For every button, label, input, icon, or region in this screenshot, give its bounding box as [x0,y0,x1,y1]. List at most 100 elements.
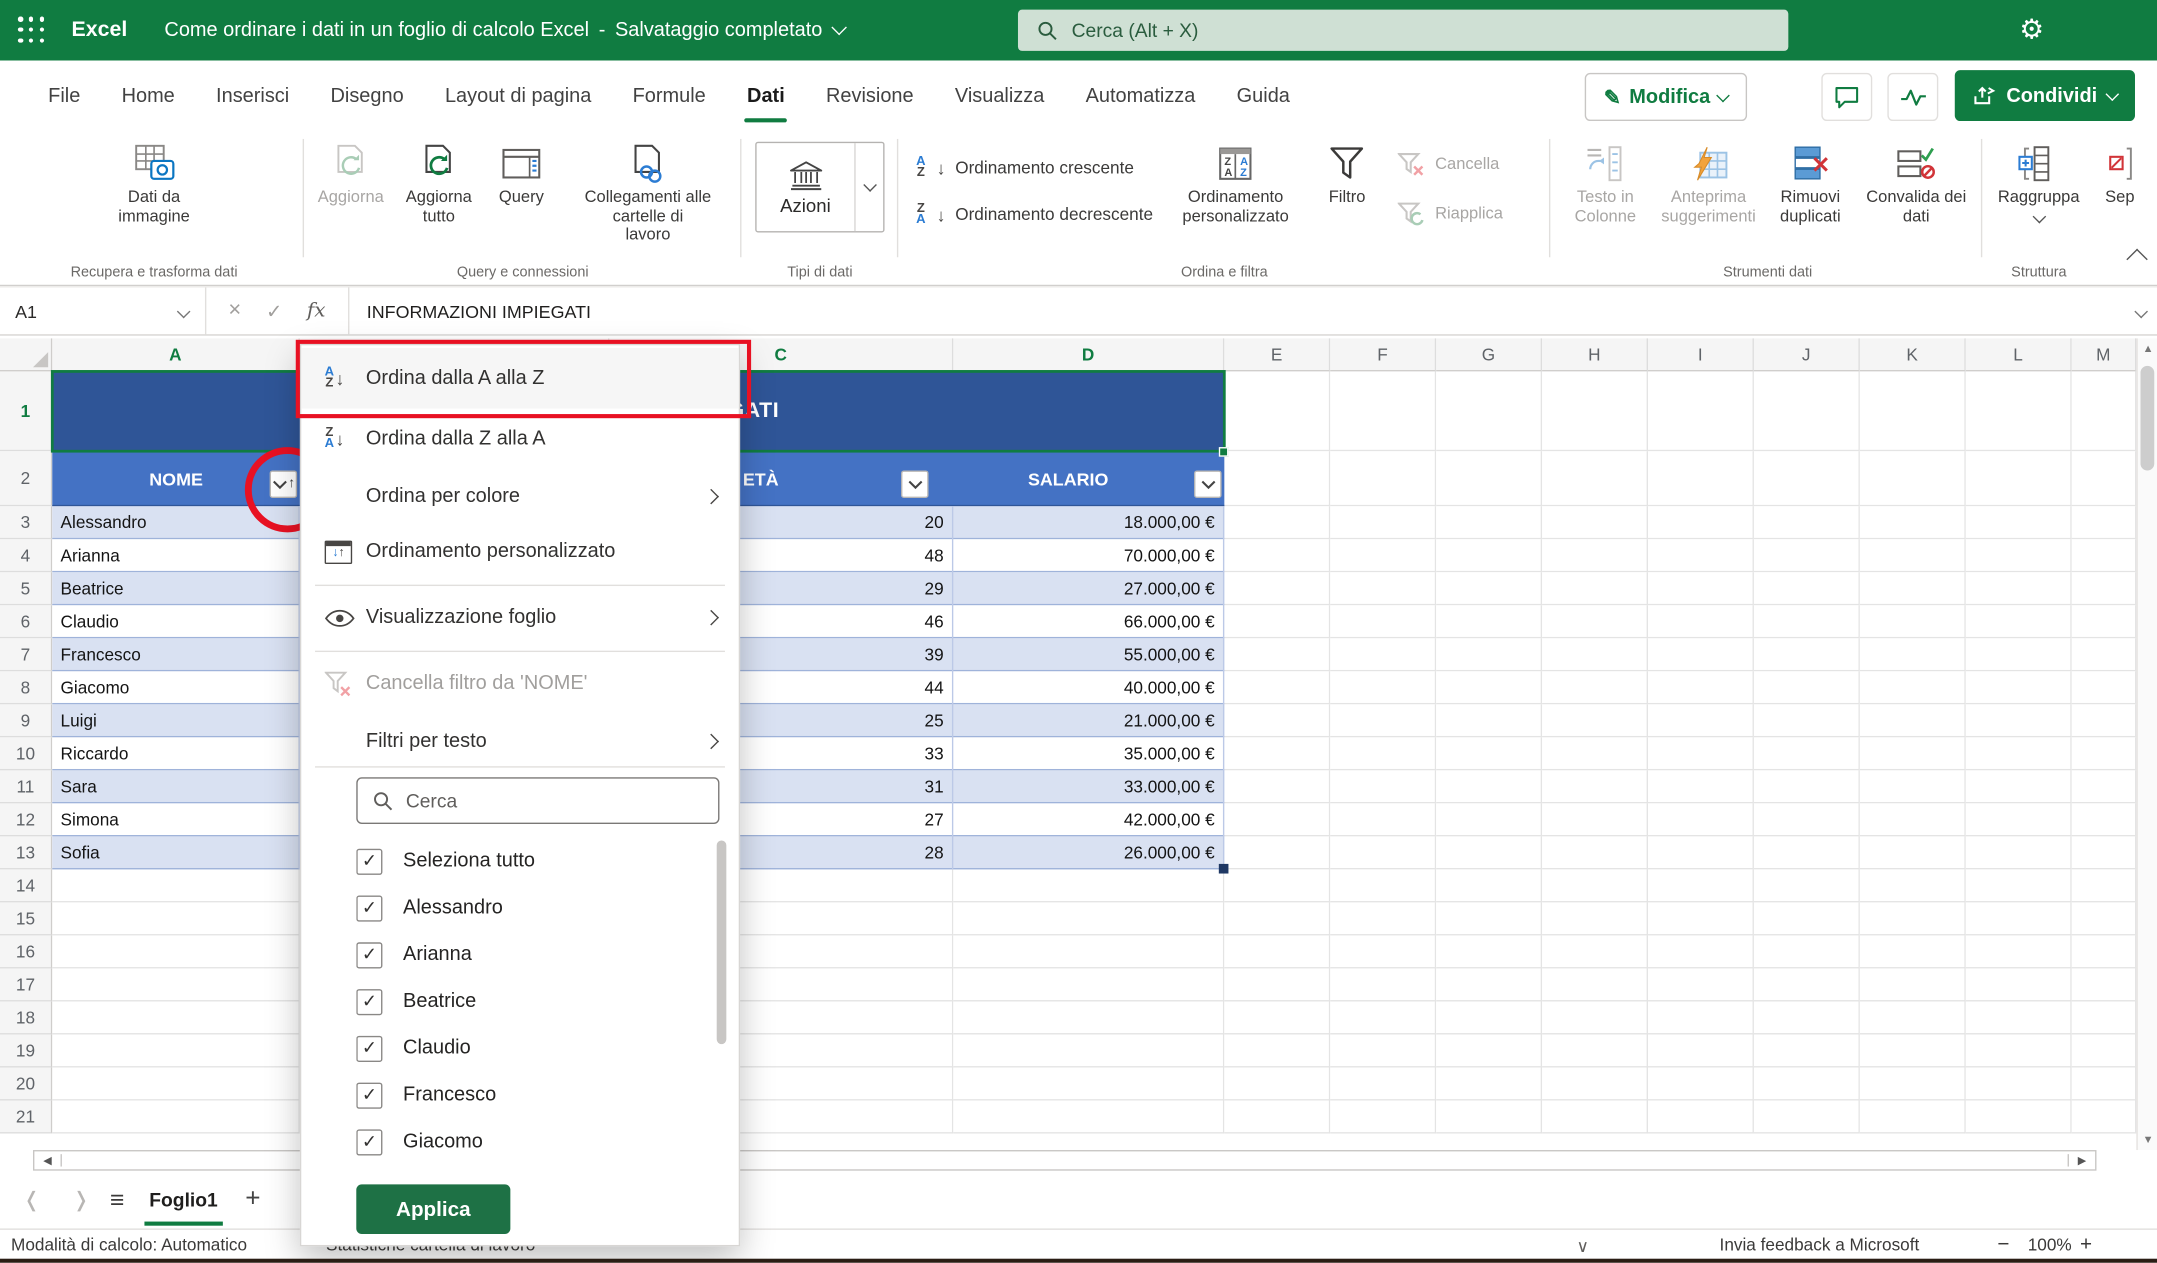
aggiorna-tutto-button[interactable]: Aggiorna tutto [393,131,484,226]
name-box[interactable]: A1 [0,288,206,335]
cell-K20[interactable] [1860,1067,1966,1100]
expand-formula-bar-chevron[interactable] [2134,305,2148,319]
cell-E5[interactable] [1224,572,1330,605]
app-name[interactable]: Excel [72,18,128,43]
tab-home[interactable]: Home [101,61,195,131]
checkbox-checked-icon[interactable]: ✓ [356,848,382,874]
menu-item-sort-by-color[interactable]: Ordina per colore [301,469,738,524]
cell-E6[interactable] [1224,605,1330,638]
cell-I15[interactable] [1648,902,1754,935]
row-header-4[interactable]: 4 [0,539,52,572]
cell-A19[interactable] [52,1034,300,1067]
cell-G21[interactable] [1436,1101,1542,1134]
cell-J14[interactable] [1754,869,1860,902]
query-button[interactable]: Query [484,131,558,207]
filter-checkbox-row-seleziona-tutto[interactable]: ✓Seleziona tutto [356,838,705,885]
scroll-left-arrow[interactable]: ◀ [34,1154,62,1166]
cell-M16[interactable] [2072,935,2137,968]
cell-I12[interactable] [1648,803,1754,836]
cell-A7-nome[interactable]: Francesco [61,638,141,670]
cell-G14[interactable] [1436,869,1542,902]
cell-I13[interactable] [1648,836,1754,869]
cell-D18[interactable] [953,1001,1224,1034]
tab-file[interactable]: File [28,61,101,131]
cell-L10[interactable] [1966,737,2072,770]
cell-M7[interactable] [2072,638,2137,671]
cell-D13-salario[interactable]: 26.000,00 € [953,836,1214,868]
cell-E19[interactable] [1224,1034,1330,1067]
cell-K9[interactable] [1860,704,1966,737]
cancella-filtro-button[interactable]: Cancella [1398,144,1503,185]
cell-I6[interactable] [1648,605,1754,638]
comments-button[interactable] [1821,73,1872,121]
cell-G17[interactable] [1436,968,1542,1001]
cell-L18[interactable] [1966,1001,2072,1034]
cell-F19[interactable] [1330,1034,1436,1067]
cell-K19[interactable] [1860,1034,1966,1067]
cell-K21[interactable] [1860,1101,1966,1134]
zoom-in-icon[interactable]: + [2080,1233,2092,1256]
column-header-D[interactable]: D [953,338,1224,371]
ordinamento-decrescente-button[interactable]: ZA↓ Ordinamento decrescente [916,194,1153,235]
tab-automatizza[interactable]: Automatizza [1065,61,1216,131]
cell-A15[interactable] [52,902,300,935]
column-header-E[interactable]: E [1224,338,1330,371]
activity-button[interactable] [1887,73,1938,121]
cell-G18[interactable] [1436,1001,1542,1034]
sheet-list-menu-icon[interactable]: ≡ [110,1185,124,1214]
row-header-1[interactable]: 1 [0,371,52,451]
cell-L15[interactable] [1966,902,2072,935]
cell-E12[interactable] [1224,803,1330,836]
cell-F13[interactable] [1330,836,1436,869]
cell-D5-salario[interactable]: 27.000,00 € [953,572,1214,604]
cell-M6[interactable] [2072,605,2137,638]
cell-J4[interactable] [1754,539,1860,572]
cell-M9[interactable] [2072,704,2137,737]
cell-L5[interactable] [1966,572,2072,605]
column-header-F[interactable]: F [1330,338,1436,371]
cell-K4[interactable] [1860,539,1966,572]
cell-J16[interactable] [1754,935,1860,968]
cell-J8[interactable] [1754,671,1860,704]
cell-L1[interactable] [1966,371,2072,451]
row-header-18[interactable]: 18 [0,1001,52,1034]
apply-button[interactable]: Applica [356,1184,510,1234]
cell-I9[interactable] [1648,704,1754,737]
cell-E9[interactable] [1224,704,1330,737]
row-header-20[interactable]: 20 [0,1067,52,1100]
menu-item-clear-filter[interactable]: Cancella filtro da 'NOME' [301,656,738,711]
convalida-dati-button[interactable]: Convalida dei dati [1856,131,1977,226]
cell-F2[interactable] [1330,451,1436,506]
cell-H20[interactable] [1542,1067,1648,1100]
cell-E10[interactable] [1224,737,1330,770]
separa-button[interactable]: Sep [2088,131,2151,207]
cell-G3[interactable] [1436,506,1542,539]
row-header-11[interactable]: 11 [0,770,52,803]
row-header-9[interactable]: 9 [0,704,52,737]
cell-M10[interactable] [2072,737,2137,770]
filtro-button[interactable]: Filtro [1310,131,1384,207]
cell-I16[interactable] [1648,935,1754,968]
cell-H10[interactable] [1542,737,1648,770]
cell-A4-nome[interactable]: Arianna [61,539,120,571]
cell-D3-salario[interactable]: 18.000,00 € [953,506,1214,538]
column-header-L[interactable]: L [1966,338,2072,371]
select-all-corner[interactable] [0,338,52,371]
cell-E14[interactable] [1224,869,1330,902]
cell-H13[interactable] [1542,836,1648,869]
row-header-7[interactable]: 7 [0,638,52,671]
cell-F14[interactable] [1330,869,1436,902]
cell-L17[interactable] [1966,968,2072,1001]
previous-sheet-chevron[interactable]: ❬ [14,1187,50,1212]
cell-I2[interactable] [1648,451,1754,506]
cell-K8[interactable] [1860,671,1966,704]
menu-item-sheet-view[interactable]: Visualizzazione foglio [301,590,738,645]
cell-D20[interactable] [953,1067,1224,1100]
cell-I19[interactable] [1648,1034,1754,1067]
scroll-up-arrow[interactable]: ▲ [2138,338,2157,359]
cell-G6[interactable] [1436,605,1542,638]
cell-J9[interactable] [1754,704,1860,737]
cell-H1[interactable] [1542,371,1648,451]
column-header-M[interactable]: M [2072,338,2137,371]
tab-formule[interactable]: Formule [612,61,726,131]
